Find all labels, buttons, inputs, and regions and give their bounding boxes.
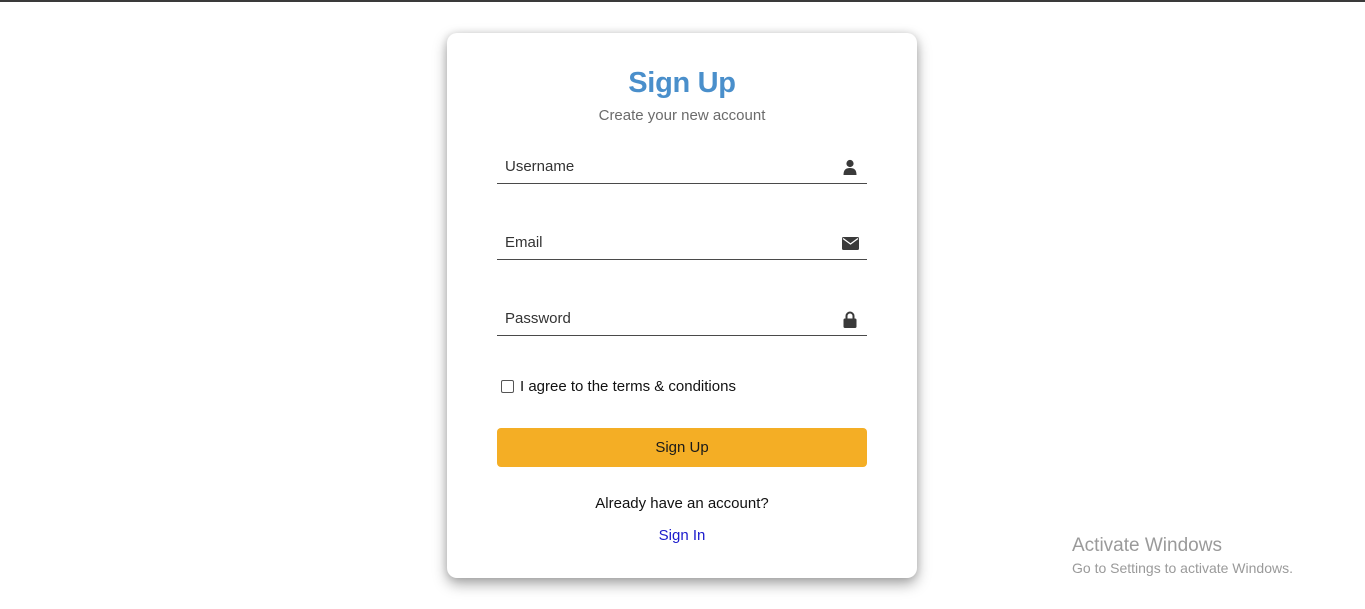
signin-link[interactable]: Sign In [447, 527, 917, 544]
envelope-icon [841, 235, 859, 251]
terms-checkbox[interactable] [501, 380, 514, 393]
activate-windows-watermark: Activate Windows Go to Settings to activ… [1072, 535, 1293, 576]
username-input[interactable] [497, 150, 835, 182]
terms-row[interactable]: I agree to the terms & conditions [501, 378, 736, 395]
terms-label: I agree to the terms & conditions [520, 378, 736, 395]
password-field [497, 302, 867, 336]
form-title: Sign Up [628, 67, 736, 99]
signup-card: Sign Up Create your new account Username… [447, 33, 917, 578]
email-input[interactable] [497, 226, 835, 258]
email-field [497, 226, 867, 260]
watermark-subtitle: Go to Settings to activate Windows. [1072, 560, 1293, 576]
account-prompt: Already have an account? [595, 495, 769, 512]
lock-icon [841, 311, 859, 328]
user-icon [841, 159, 859, 175]
password-input[interactable] [497, 302, 835, 334]
username-field [497, 150, 867, 184]
form-subtitle: Create your new account [598, 107, 766, 124]
watermark-title: Activate Windows [1072, 535, 1222, 556]
signup-button[interactable]: Sign Up [497, 428, 867, 467]
